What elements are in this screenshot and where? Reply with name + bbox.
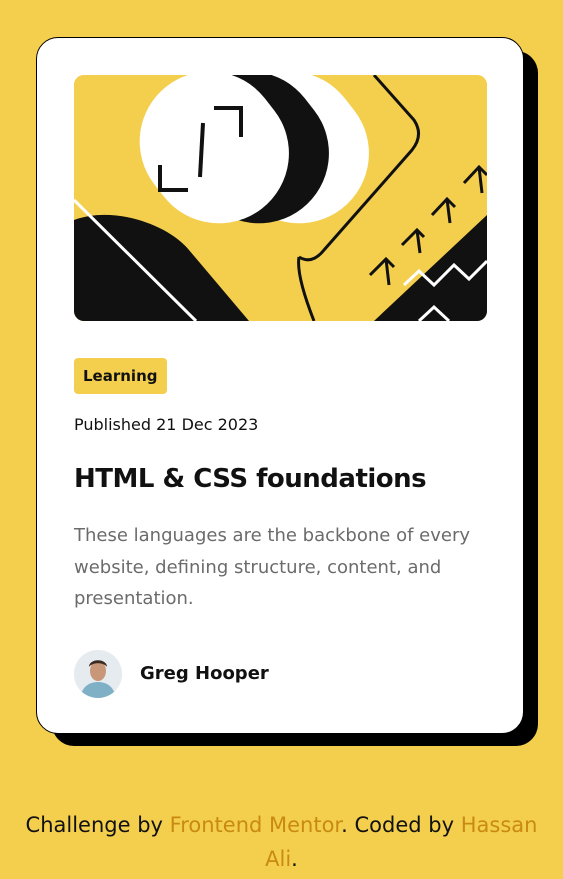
published-date: Published 21 Dec 2023	[74, 415, 259, 434]
attribution-suffix: .	[291, 847, 298, 871]
author-avatar	[74, 650, 122, 698]
card-title[interactable]: HTML & CSS foundations	[74, 462, 427, 496]
category-tag: Learning	[74, 358, 167, 394]
card-description: These languages are the backbone of ever…	[74, 525, 470, 609]
frontend-mentor-link[interactable]: Frontend Mentor	[170, 813, 342, 837]
blog-preview-card: Learning Published 21 Dec 2023 HTML & CS…	[36, 37, 524, 734]
attribution-middle: . Coded by	[341, 813, 461, 837]
author-name: Greg Hooper	[140, 663, 269, 684]
hero-illustration	[74, 75, 487, 321]
attribution: Challenge by Frontend Mentor. Coded by H…	[0, 808, 563, 876]
attribution-prefix: Challenge by	[25, 813, 170, 837]
